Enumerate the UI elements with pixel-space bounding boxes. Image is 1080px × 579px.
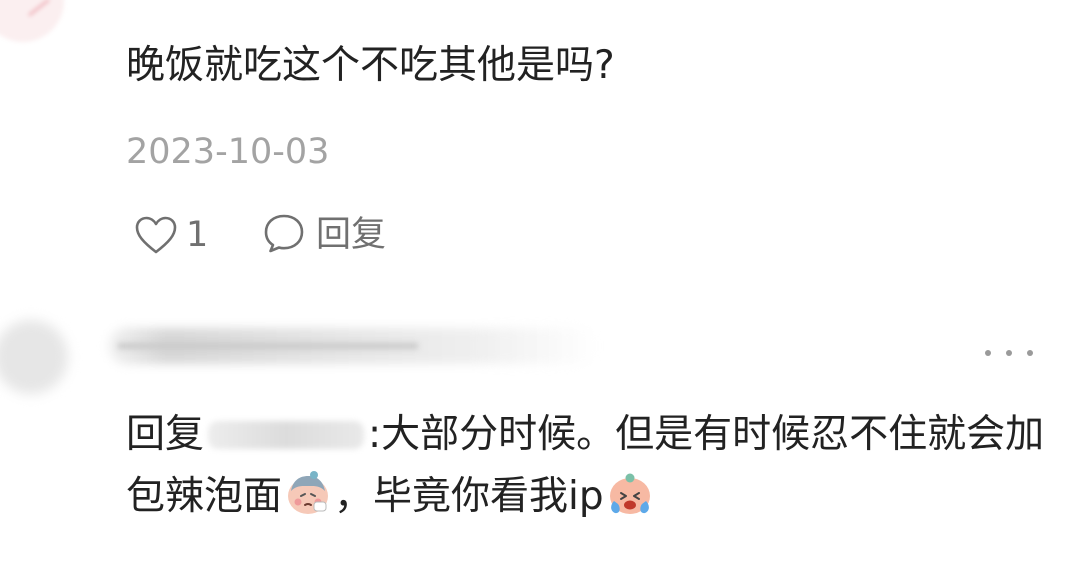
comment-text: 晚饭就吃这个不吃其他是吗? [126, 43, 615, 88]
heart-icon [134, 215, 178, 255]
more-options-button[interactable] [985, 333, 1033, 373]
sick-face-emoji [284, 469, 332, 517]
avatar[interactable] [0, 320, 68, 394]
more-dots-icon [985, 350, 991, 356]
reply-label: 回复 [316, 215, 387, 255]
like-count: 1 [186, 215, 209, 255]
more-dots-icon [1027, 350, 1033, 356]
username-redacted-line [118, 343, 418, 349]
reply-separator: : [368, 412, 382, 457]
crying-face-emoji [606, 469, 654, 517]
reply-prefix: 回复 [126, 412, 205, 457]
comment-date: 2023-10-03 [126, 132, 330, 172]
reply-text: 回复:大部分时候。但是有时候忍不住就会加包辣泡面 ，毕竟你看我ip [126, 404, 1056, 528]
like-button[interactable]: 1 [134, 213, 208, 257]
comment-bubble-icon [262, 212, 306, 258]
avatar[interactable] [0, 0, 64, 42]
reply-button[interactable]: 回复 [262, 213, 386, 257]
mentioned-user-redacted[interactable] [208, 421, 365, 449]
reply-text-part2: ，毕竟你看我ip [334, 474, 604, 519]
more-dots-icon [1006, 350, 1012, 356]
